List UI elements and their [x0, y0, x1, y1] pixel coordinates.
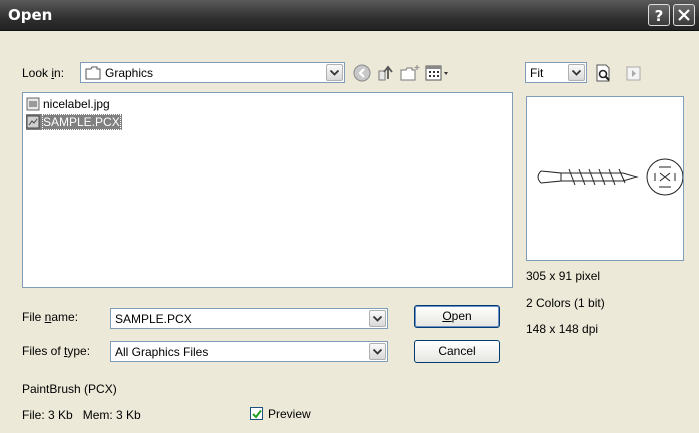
chevron-down-icon [373, 349, 382, 355]
window-title: Open [8, 6, 53, 24]
file-name-dropdown-arrow[interactable] [369, 310, 386, 327]
file-type-dropdown-arrow[interactable] [369, 343, 386, 360]
close-button[interactable] [673, 4, 695, 26]
page-magnifier-icon [596, 64, 610, 82]
zoom-dropdown[interactable]: Fit [525, 62, 587, 83]
file-type-dropdown[interactable]: All Graphics Files [110, 341, 388, 362]
image-file-icon [26, 97, 40, 111]
svg-text:?: ? [655, 7, 664, 25]
file-name-label: File name: [22, 310, 79, 324]
preview-checkbox-label[interactable]: Preview [268, 407, 311, 421]
file-name-input[interactable]: SAMPLE.PCX [110, 308, 388, 329]
view-menu-button[interactable] [425, 63, 451, 83]
folder-icon [85, 66, 101, 80]
play-button[interactable] [624, 63, 644, 83]
file-name-label: nicelabel.jpg [43, 97, 110, 111]
image-preview [526, 96, 684, 261]
look-in-value: Graphics [105, 66, 154, 80]
up-folder-button[interactable] [377, 63, 397, 83]
open-button[interactable]: Open [414, 305, 500, 328]
title-bar: Open ? [0, 0, 699, 31]
file-type-label: Files of type: [22, 344, 91, 358]
new-folder-icon [400, 65, 420, 81]
zoom-value: Fit [530, 66, 544, 80]
file-item-nicelabel[interactable]: nicelabel.jpg [26, 96, 112, 112]
view-menu-icon [425, 65, 448, 81]
preview-colors: 2 Colors (1 bit) [526, 296, 605, 310]
back-button[interactable] [352, 63, 372, 83]
look-in-dropdown[interactable]: Graphics [80, 62, 345, 83]
file-name-value: SAMPLE.PCX [115, 312, 192, 326]
preview-dpi: 148 x 148 dpi [526, 322, 599, 336]
preview-checkbox[interactable] [250, 407, 263, 420]
chevron-down-icon [572, 70, 581, 76]
play-icon [626, 66, 641, 81]
checkmark-icon [252, 409, 262, 419]
file-format-text: PaintBrush (PCX) [22, 382, 117, 396]
preview-dimensions: 305 x 91 pixel [526, 269, 601, 283]
zoom-dropdown-arrow[interactable] [568, 64, 585, 81]
look-in-label: Look in: [22, 66, 65, 80]
chevron-down-icon [330, 70, 339, 76]
back-arrow-icon [353, 64, 371, 82]
help-icon: ? [655, 7, 664, 25]
new-folder-button[interactable] [400, 63, 420, 83]
up-folder-icon [378, 65, 393, 81]
cancel-button[interactable]: Cancel [414, 340, 500, 363]
file-type-value: All Graphics Files [115, 345, 209, 359]
zoom-preview-button[interactable] [594, 63, 614, 83]
image-file-icon [26, 115, 40, 129]
file-name-label: SAMPLE.PCX [42, 114, 121, 130]
file-item-sample[interactable]: SAMPLE.PCX [26, 114, 122, 130]
chevron-down-icon [373, 316, 382, 322]
screw-preview-image [537, 158, 683, 196]
file-list[interactable]: nicelabel.jpg SAMPLE.PCX [22, 92, 513, 288]
help-button[interactable]: ? [648, 4, 670, 26]
file-size-text: File: 3 Kb Mem: 3 Kb [22, 408, 141, 422]
look-in-dropdown-arrow[interactable] [326, 64, 343, 81]
close-icon [678, 9, 690, 21]
